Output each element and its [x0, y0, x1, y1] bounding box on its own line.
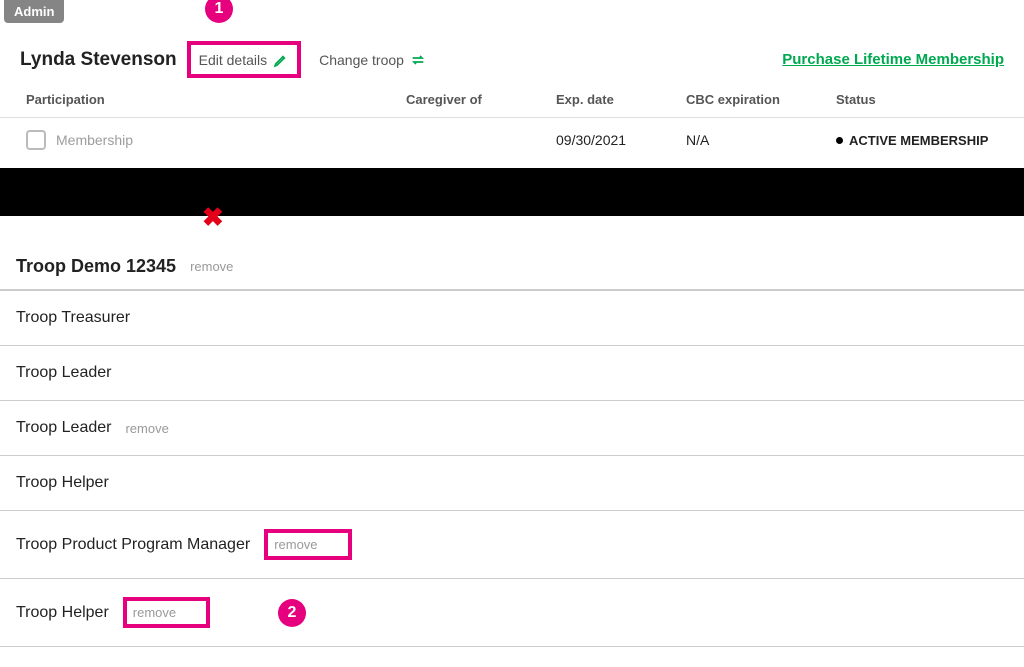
role-name: Troop Helper	[16, 604, 109, 622]
participation-table-header: Participation Caregiver of Exp. date CBC…	[0, 82, 1024, 118]
annotation-1: 1	[205, 0, 233, 23]
role-name: Troop Leader	[16, 419, 111, 437]
troop-remove-link[interactable]: remove	[190, 259, 233, 274]
purchase-lifetime-link[interactable]: Purchase Lifetime Membership	[782, 51, 1004, 68]
status-dot-icon	[836, 137, 843, 144]
x-annotation-icon: ✖	[202, 202, 224, 233]
role-name: Troop Leader	[16, 364, 111, 382]
role-name: Troop Helper	[16, 474, 109, 492]
participation-checkbox[interactable]	[26, 130, 46, 150]
cbc-value: N/A	[686, 132, 836, 148]
col-participation: Participation	[26, 92, 406, 107]
member-header: 1 Lynda Stevenson Edit details Change tr…	[0, 23, 1024, 82]
col-status: Status	[836, 92, 998, 107]
edit-details-button[interactable]: Edit details	[187, 41, 301, 78]
troop-header: Troop Demo 12345 remove	[0, 246, 1024, 291]
remove-highlight-box: remove	[264, 529, 351, 560]
role-row: Troop Helper	[0, 456, 1024, 511]
role-row: Troop Leader	[0, 346, 1024, 401]
status-cell: ACTIVE MEMBERSHIP	[836, 133, 998, 148]
troop-title: Troop Demo 12345	[16, 256, 176, 277]
table-row: Membership 09/30/2021 N/A ACTIVE MEMBERS…	[0, 118, 1024, 162]
role-remove-link[interactable]: remove	[125, 421, 168, 436]
role-row: Troop Leader remove	[0, 401, 1024, 456]
participation-label: Membership	[56, 132, 133, 148]
swap-icon	[410, 51, 426, 68]
exp-value: 09/30/2021	[556, 132, 686, 148]
role-name: Troop Product Program Manager	[16, 536, 250, 554]
col-exp: Exp. date	[556, 92, 686, 107]
troop-section: ✖ Troop Demo 12345 remove Troop Treasure…	[0, 216, 1024, 647]
change-troop-button[interactable]: Change troop	[311, 45, 434, 74]
change-troop-label: Change troop	[319, 52, 404, 68]
admin-badge: Admin	[4, 0, 64, 23]
remove-highlight-box: remove	[123, 597, 210, 628]
annotation-2: 2	[278, 599, 306, 627]
col-cbc: CBC expiration	[686, 92, 836, 107]
status-value: ACTIVE MEMBERSHIP	[849, 133, 988, 148]
edit-details-label: Edit details	[199, 52, 267, 68]
member-name: Lynda Stevenson	[20, 49, 177, 71]
pencil-icon	[273, 51, 289, 68]
col-caregiver: Caregiver of	[406, 92, 556, 107]
role-remove-link[interactable]: remove	[274, 537, 317, 552]
role-remove-link[interactable]: remove	[133, 605, 176, 620]
role-row: Troop Treasurer	[0, 291, 1024, 346]
divider-bar	[0, 168, 1024, 216]
role-name: Troop Treasurer	[16, 309, 130, 327]
role-row: Troop Helper remove 2	[0, 579, 1024, 647]
role-row: Troop Product Program Manager remove	[0, 511, 1024, 579]
